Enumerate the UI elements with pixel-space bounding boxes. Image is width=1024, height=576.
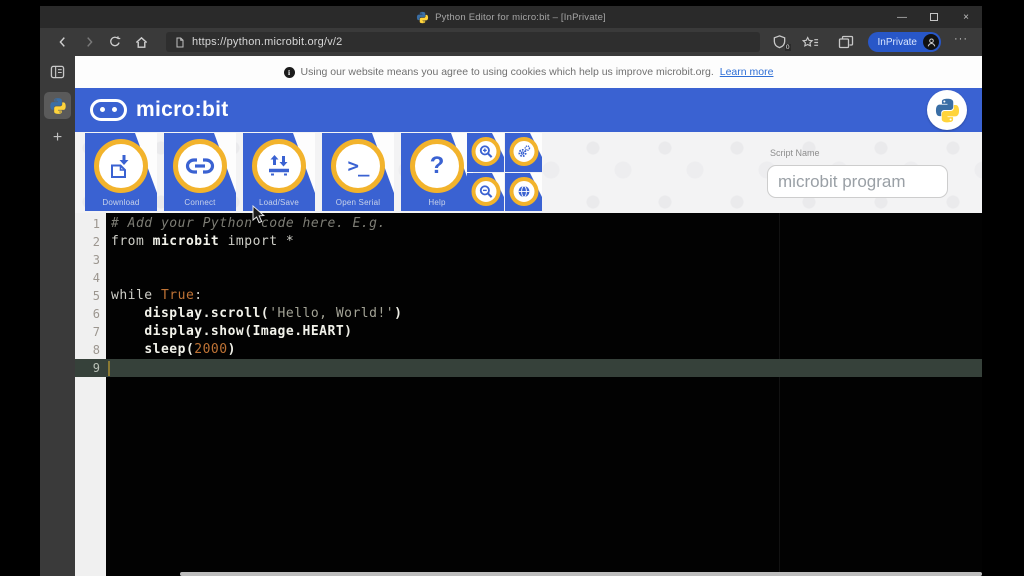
screen: Python Editor for micro:bit – [InPrivate… <box>0 0 1024 576</box>
open-serial-button[interactable]: >_ Open Serial <box>322 133 394 211</box>
maximize-button[interactable] <box>918 6 950 28</box>
mouse-cursor <box>252 205 266 224</box>
collections-button[interactable] <box>833 31 859 53</box>
help-label: Help <box>401 198 473 207</box>
inprivate-badge[interactable]: InPrivate <box>868 32 941 52</box>
code-line[interactable] <box>106 251 982 269</box>
connect-label: Connect <box>164 198 236 207</box>
person-icon <box>926 37 937 48</box>
line-number: 7 <box>75 323 106 341</box>
help-button[interactable]: ? Help <box>401 133 473 211</box>
editor-toolbar: Download Connect <box>75 132 982 213</box>
code-line[interactable]: display.scroll('Hello, World!') <box>106 305 982 323</box>
forward-button[interactable] <box>76 31 102 53</box>
code-line[interactable]: sleep(2000) <box>106 341 982 359</box>
python-tab-icon <box>49 97 67 115</box>
browser-navbar: https://python.microbit.org/v/2 0 InPriv… <box>40 28 982 56</box>
line-number: 8 <box>75 341 106 359</box>
tab-python-editor[interactable] <box>44 92 71 119</box>
home-icon <box>134 35 149 50</box>
tab-actions-button[interactable] <box>50 65 65 79</box>
new-tab-button[interactable]: + <box>53 130 62 146</box>
zoom-out-icon <box>471 177 500 206</box>
vertical-tabs-icon <box>50 65 65 79</box>
refresh-button[interactable] <box>102 31 128 53</box>
page-content: i Using our website means you agree to u… <box>75 56 982 576</box>
script-name-label: Script Name <box>770 148 820 158</box>
settings-button[interactable] <box>505 133 542 172</box>
line-number: 1 <box>75 215 106 233</box>
line-number: 9 <box>75 359 106 377</box>
page-icon <box>174 36 186 49</box>
code-line[interactable] <box>106 359 982 377</box>
connect-icon <box>173 139 227 193</box>
cookie-learn-more-link[interactable]: Learn more <box>720 66 774 78</box>
open-serial-icon: >_ <box>331 139 385 193</box>
line-number: 4 <box>75 269 106 287</box>
refresh-icon <box>108 35 122 49</box>
open-serial-label: Open Serial <box>322 198 394 207</box>
gutter: 123456789 <box>75 213 106 576</box>
back-icon <box>56 35 70 49</box>
code-line[interactable]: display.show(Image.HEART) <box>106 323 982 341</box>
code-editor[interactable]: 123456789 # Add your Python code here. E… <box>75 213 982 576</box>
brand-name: micro:bit <box>136 98 229 122</box>
browser-menu-button[interactable]: ··· <box>950 33 972 51</box>
settings-icon <box>509 137 538 166</box>
profile-avatar <box>923 34 939 50</box>
code-lines[interactable]: # Add your Python code here. E.g.from mi… <box>106 213 982 576</box>
microbit-face-icon <box>90 99 127 121</box>
help-icon: ? <box>410 139 464 193</box>
microbit-logo: micro:bit <box>90 98 229 122</box>
code-line[interactable] <box>106 269 982 287</box>
load-save-button[interactable]: Load/Save <box>243 133 315 211</box>
language-button[interactable] <box>505 173 542 211</box>
address-bar[interactable]: https://python.microbit.org/v/2 <box>166 32 760 52</box>
favorites-star-icon <box>802 36 819 49</box>
site-header: micro:bit <box>75 88 982 132</box>
maximize-icon <box>930 13 938 21</box>
collections-icon <box>838 35 854 49</box>
tracking-prevention-button[interactable]: 0 <box>772 34 789 50</box>
url-text: https://python.microbit.org/v/2 <box>192 36 343 48</box>
download-button[interactable]: Download <box>85 133 157 211</box>
download-icon <box>94 139 148 193</box>
script-name-input[interactable] <box>767 165 948 198</box>
tracker-count-badge: 0 <box>785 44 791 51</box>
language-icon <box>509 177 538 206</box>
back-button[interactable] <box>50 31 76 53</box>
favorites-button[interactable] <box>798 31 824 53</box>
inprivate-label: InPrivate <box>878 37 917 48</box>
python-logo-icon <box>934 97 961 124</box>
code-line[interactable]: from microbit import * <box>106 233 982 251</box>
load-save-icon <box>252 139 306 193</box>
code-line[interactable]: # Add your Python code here. E.g. <box>106 215 982 233</box>
python-version-button[interactable] <box>927 90 967 130</box>
forward-icon <box>82 35 96 49</box>
zoom-in-icon <box>471 137 500 166</box>
code-line[interactable]: while True: <box>106 287 982 305</box>
info-icon: i <box>284 67 295 78</box>
line-number: 6 <box>75 305 106 323</box>
browser-titlebar: Python Editor for micro:bit – [InPrivate… <box>40 6 982 28</box>
home-button[interactable] <box>128 31 154 53</box>
connect-button[interactable]: Connect <box>164 133 236 211</box>
zoom-in-button[interactable] <box>467 133 504 172</box>
minimize-button[interactable]: — <box>886 6 918 28</box>
close-button[interactable]: × <box>950 6 982 28</box>
window-title: Python Editor for micro:bit – [InPrivate… <box>435 12 606 23</box>
line-number: 5 <box>75 287 106 305</box>
text-caret <box>108 361 110 376</box>
cookie-notice: i Using our website means you agree to u… <box>75 56 982 88</box>
python-favicon <box>416 11 429 24</box>
download-label: Download <box>85 198 157 207</box>
cookie-text: Using our website means you agree to usi… <box>301 66 714 78</box>
vertical-tabstrip: + <box>40 56 75 576</box>
horizontal-scrollbar[interactable] <box>180 572 982 576</box>
line-number: 2 <box>75 233 106 251</box>
line-number: 3 <box>75 251 106 269</box>
